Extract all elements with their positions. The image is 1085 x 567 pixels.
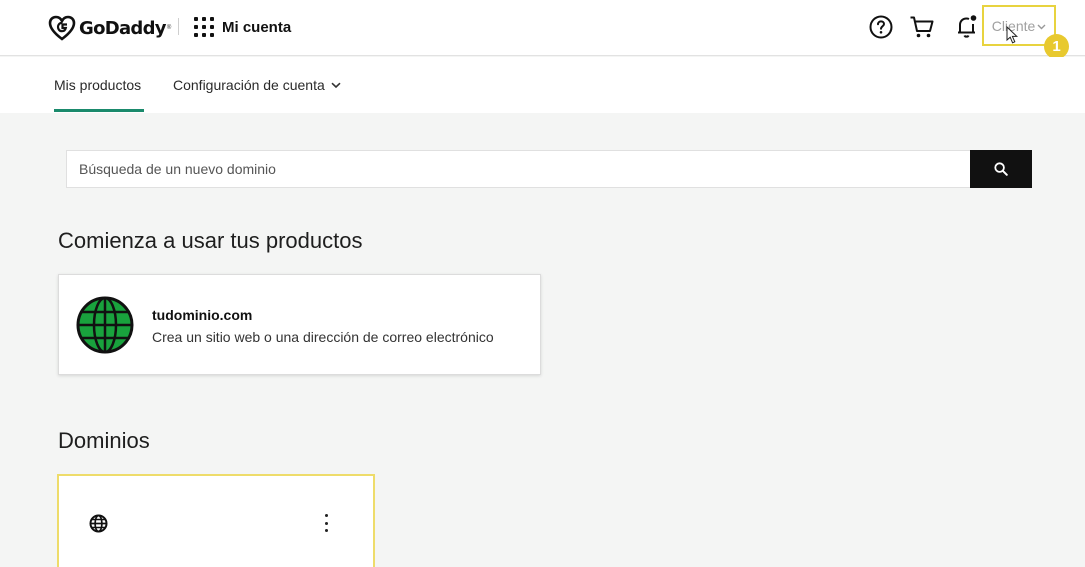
- tab-configuracion-label: Configuración de cuenta: [173, 77, 325, 93]
- top-bar: GoDaddy ® Mi cuenta Cliente 1: [0, 0, 1085, 59]
- notification-bell-icon[interactable]: [953, 13, 981, 41]
- tab-configuracion-de-cuenta[interactable]: Configuración de cuenta: [173, 77, 341, 93]
- product-description: Crea un sitio web o una dirección de cor…: [152, 329, 494, 345]
- chevron-down-icon: [331, 82, 341, 88]
- trademark: ®: [166, 25, 172, 31]
- cart-icon[interactable]: [908, 13, 936, 41]
- more-options-icon[interactable]: [321, 514, 331, 532]
- search-button[interactable]: [970, 150, 1032, 188]
- account-title[interactable]: Mi cuenta: [222, 19, 291, 36]
- godaddy-heart-icon: [48, 15, 76, 41]
- section-title-domains: Dominios: [58, 428, 150, 453]
- product-domain-name: tudominio.com: [152, 307, 253, 323]
- search-icon: [994, 162, 1008, 176]
- product-card[interactable]: tudominio.com Crea un sitio web o una di…: [58, 274, 541, 375]
- chevron-down-icon: [1037, 17, 1046, 35]
- globe-icon: [76, 296, 134, 359]
- godaddy-logo[interactable]: GoDaddy ®: [48, 14, 171, 42]
- domain-card[interactable]: [57, 474, 375, 567]
- domain-search: [66, 150, 1032, 188]
- help-icon[interactable]: [867, 13, 895, 41]
- active-tab-indicator: [54, 109, 144, 112]
- section-title-products: Comienza a usar tus productos: [58, 228, 363, 253]
- mouse-pointer-icon: [1006, 25, 1019, 50]
- brand-name: GoDaddy: [79, 17, 167, 39]
- tab-mis-productos[interactable]: Mis productos: [54, 77, 141, 93]
- step-number-badge: 1: [1044, 34, 1069, 59]
- domain-search-input[interactable]: [67, 151, 971, 187]
- apps-grid-icon[interactable]: [194, 17, 214, 37]
- globe-icon: [89, 514, 108, 538]
- sub-navigation: Mis productos Configuración de cuenta: [0, 57, 1085, 113]
- header-divider: [178, 18, 179, 35]
